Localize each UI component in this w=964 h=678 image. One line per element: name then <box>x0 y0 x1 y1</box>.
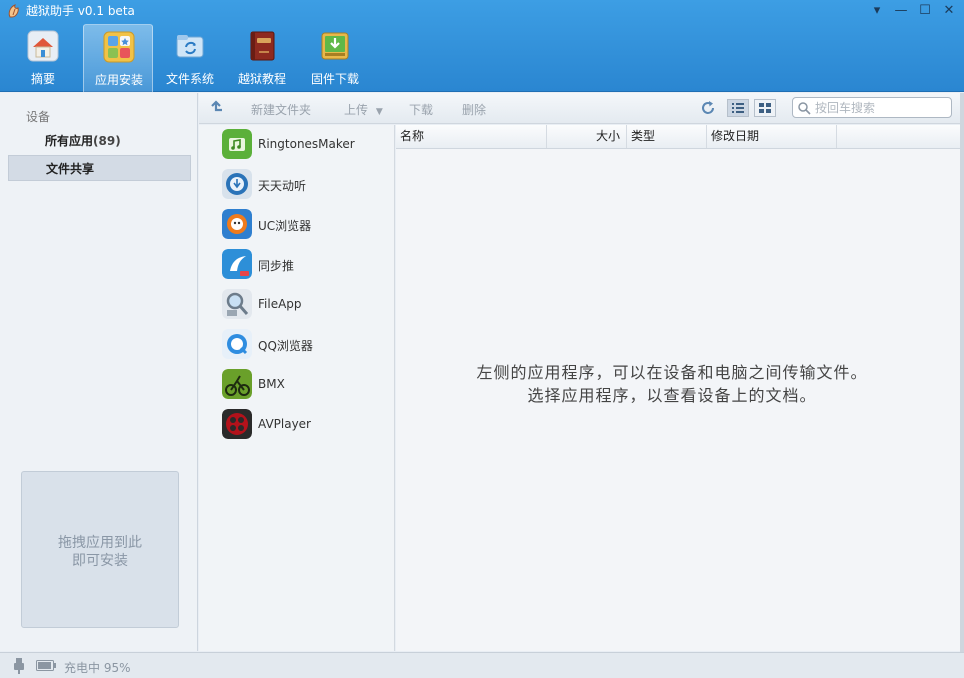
avplayer-app-icon <box>222 409 252 439</box>
battery-icon <box>36 660 56 671</box>
chevron-down-icon: ▼ <box>375 107 383 117</box>
nav-label: 固件下载 <box>310 72 359 86</box>
book-icon <box>250 31 275 61</box>
app-row-qq-browser[interactable]: QQ浏览器 <box>199 325 394 365</box>
column-size[interactable]: 大小 <box>547 125 627 148</box>
folder-sync-icon <box>176 35 204 58</box>
nav-firmware-download[interactable]: 固件下载 <box>300 24 370 92</box>
file-toolbar: 新建文件夹 上传 ▼ 下载 删除 <box>199 93 964 124</box>
nav-app-install[interactable]: 应用安装 <box>83 24 153 92</box>
ringtone-app-icon <box>222 129 252 159</box>
status-bar: 充电中 95% <box>0 652 964 678</box>
main-nav: 摘要 应用安装 文件系统 越狱教程 固件下载 <box>0 24 964 92</box>
minimize-icon[interactable]: — <box>890 2 912 20</box>
nav-jailbreak-tutorial[interactable]: 越狱教程 <box>227 24 297 92</box>
title-bar: 越狱助手 v0.1 beta ▾ — ☐ ✕ <box>0 0 964 22</box>
list-view-button[interactable] <box>727 99 749 117</box>
app-name: AVPlayer <box>258 417 311 431</box>
app-row-ringtonesmaker[interactable]: RingtonesMaker <box>199 125 394 165</box>
upload-button[interactable]: 上传 ▼ <box>344 101 383 118</box>
column-name[interactable]: 名称 <box>396 125 547 148</box>
nav-label: 应用安装 <box>94 73 143 87</box>
nav-label: 摘要 <box>30 72 55 86</box>
app-name: BMX <box>258 377 285 391</box>
empty-state-line1: 左侧的应用程序，可以在设备和电脑之间传输文件。 <box>476 363 868 382</box>
nav-label: 文件系统 <box>165 72 214 86</box>
file-table: 名称 大小 类型 修改日期 左侧的应用程序，可以在设备和电脑之间传输文件。 选择… <box>396 125 964 651</box>
download-icon <box>321 32 349 60</box>
window-edge <box>960 93 964 653</box>
uc-browser-app-icon <box>222 209 252 239</box>
column-type[interactable]: 类型 <box>627 125 707 148</box>
drop-zone-line2: 即可安装 <box>72 553 128 569</box>
app-row-bmx[interactable]: BMX <box>199 365 394 405</box>
window-title: 越狱助手 v0.1 beta <box>26 4 135 18</box>
search-icon <box>798 102 811 115</box>
refresh-icon[interactable] <box>699 99 717 117</box>
app-name: QQ浏览器 <box>258 339 313 353</box>
delete-button[interactable]: 删除 <box>462 101 486 118</box>
charging-status: 充电中 95% <box>64 661 131 675</box>
column-modified[interactable]: 修改日期 <box>707 125 837 148</box>
fileapp-app-icon <box>222 289 252 319</box>
home-icon <box>27 30 59 62</box>
file-share-label: 文件共享 <box>46 162 95 176</box>
app-logo-icon <box>8 4 19 18</box>
all-apps-item[interactable]: 所有应用(89) <box>8 128 191 154</box>
app-name: RingtonesMaker <box>258 137 355 151</box>
list-view-icon <box>732 103 744 113</box>
close-icon[interactable]: ✕ <box>938 2 960 20</box>
file-share-item[interactable]: 文件共享 <box>8 155 191 181</box>
app-name: 天天动听 <box>258 179 307 193</box>
app-row-tongbutui[interactable]: 同步推 <box>199 245 394 285</box>
app-list: RingtonesMaker 天天动听 UC浏览器 同步推 FileApp QQ… <box>199 125 395 651</box>
app-row-uc-browser[interactable]: UC浏览器 <box>199 205 394 245</box>
usb-icon <box>14 658 24 674</box>
app-row-fileapp[interactable]: FileApp <box>199 285 394 325</box>
download-button[interactable]: 下载 <box>409 101 433 118</box>
qq-browser-app-icon <box>222 329 252 359</box>
bmx-app-icon <box>222 369 252 399</box>
app-name: 同步推 <box>258 259 295 273</box>
app-name: UC浏览器 <box>258 219 312 233</box>
drop-zone-line1: 拖拽应用到此 <box>58 535 142 551</box>
app-row-avplayer[interactable]: AVPlayer <box>199 405 394 445</box>
app-row-ttpod[interactable]: 天天动听 <box>199 165 394 205</box>
all-apps-label: 所有应用 <box>45 134 94 148</box>
upload-label: 上传 <box>344 103 369 117</box>
empty-state-message: 左侧的应用程序，可以在设备和电脑之间传输文件。 选择应用程序，以查看设备上的文档… <box>396 361 948 407</box>
top-bar: 越狱助手 v0.1 beta ▾ — ☐ ✕ 摘要 应用安装 文件系统 越狱教程… <box>0 0 964 92</box>
device-section-label: 设备 <box>26 110 51 124</box>
nav-file-system[interactable]: 文件系统 <box>155 24 225 92</box>
search-input[interactable] <box>815 99 947 116</box>
search-box[interactable] <box>792 97 952 118</box>
nav-label: 越狱教程 <box>237 72 286 86</box>
apps-icon <box>103 31 135 63</box>
maximize-icon[interactable]: ☐ <box>914 2 936 20</box>
go-up-icon[interactable] <box>208 99 224 115</box>
menu-icon[interactable]: ▾ <box>866 2 888 20</box>
empty-state-line2: 选择应用程序，以查看设备上的文档。 <box>527 386 817 405</box>
app-name: FileApp <box>258 297 302 311</box>
grid-view-icon <box>759 103 771 113</box>
grid-view-button[interactable] <box>754 99 776 117</box>
nav-summary[interactable]: 摘要 <box>8 24 78 92</box>
install-drop-zone[interactable]: 拖拽应用到此 即可安装 <box>21 471 179 628</box>
all-apps-count: (89) <box>93 134 121 148</box>
device-panel: 设备 所有应用(89) 文件共享 拖拽应用到此 即可安装 <box>0 93 198 651</box>
new-folder-button[interactable]: 新建文件夹 <box>251 101 311 118</box>
ttpod-app-icon <box>222 169 252 199</box>
table-header: 名称 大小 类型 修改日期 <box>396 125 961 149</box>
tongbutui-app-icon <box>222 249 252 279</box>
